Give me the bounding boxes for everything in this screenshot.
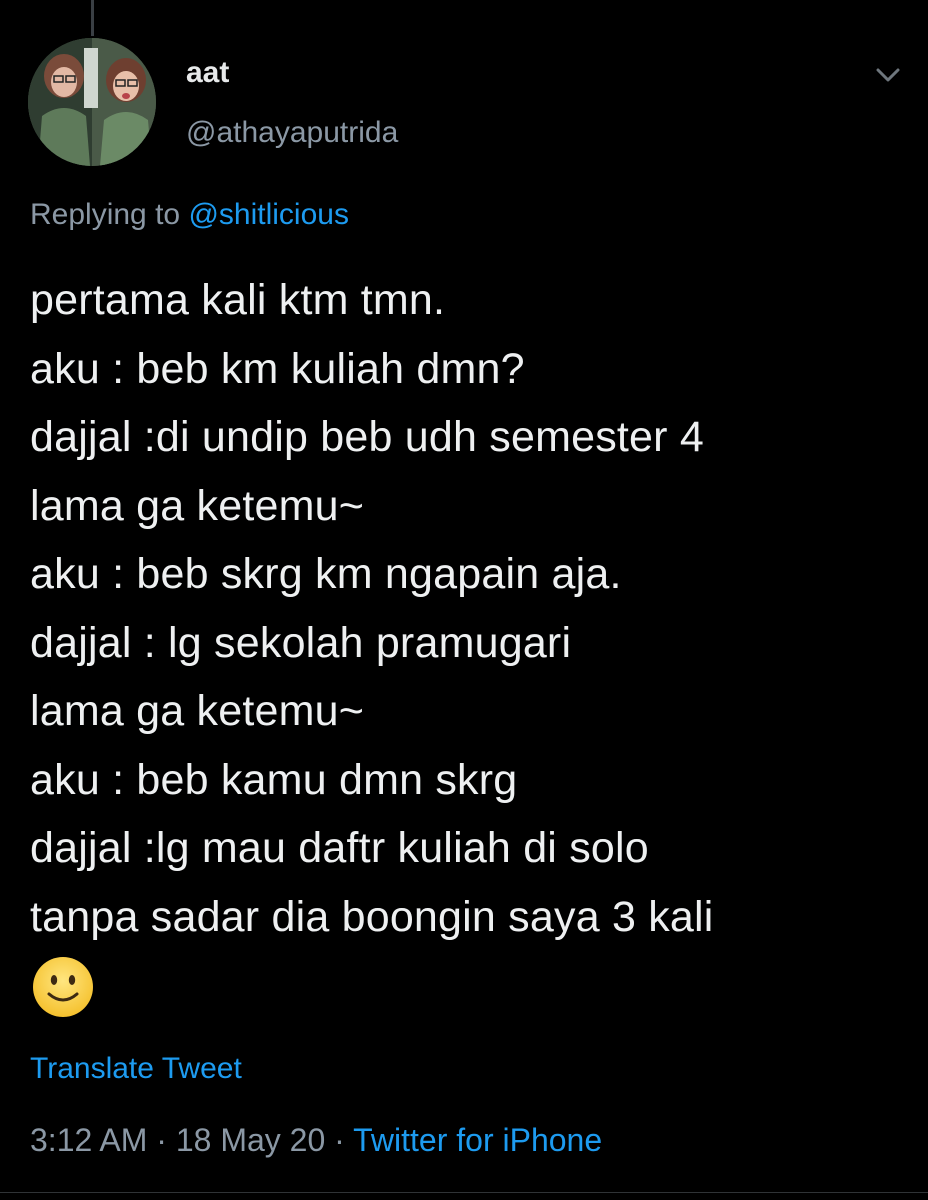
replying-to-label: Replying to [30,198,189,231]
tweet-time: 3:12 AM [30,1122,148,1158]
chevron-down-icon[interactable] [870,62,906,88]
tweet-source-link[interactable]: Twitter for iPhone [353,1122,602,1158]
reply-mention-link[interactable]: @shitlicious [188,198,349,231]
meta-separator: · [147,1122,176,1158]
avatar[interactable] [28,38,156,166]
meta-separator: · [325,1122,354,1158]
divider [0,1192,928,1193]
replying-to: Replying to @shitlicious [30,198,349,232]
slightly-smiling-face-icon [32,956,94,1018]
thread-connector-line [91,0,94,36]
translate-tweet-link[interactable]: Translate Tweet [30,1052,242,1086]
avatar-photo [28,38,156,166]
author-display-name[interactable]: aat [186,56,229,90]
tweet-date: 18 May 20 [175,1122,326,1158]
tweet-metadata: 3:12 AM · 18 May 20 · Twitter for iPhone [30,1122,602,1159]
tweet-text: pertama kali ktm tmn. aku : beb km kulia… [30,276,714,941]
author-handle[interactable]: @athayaputrida [186,116,398,150]
